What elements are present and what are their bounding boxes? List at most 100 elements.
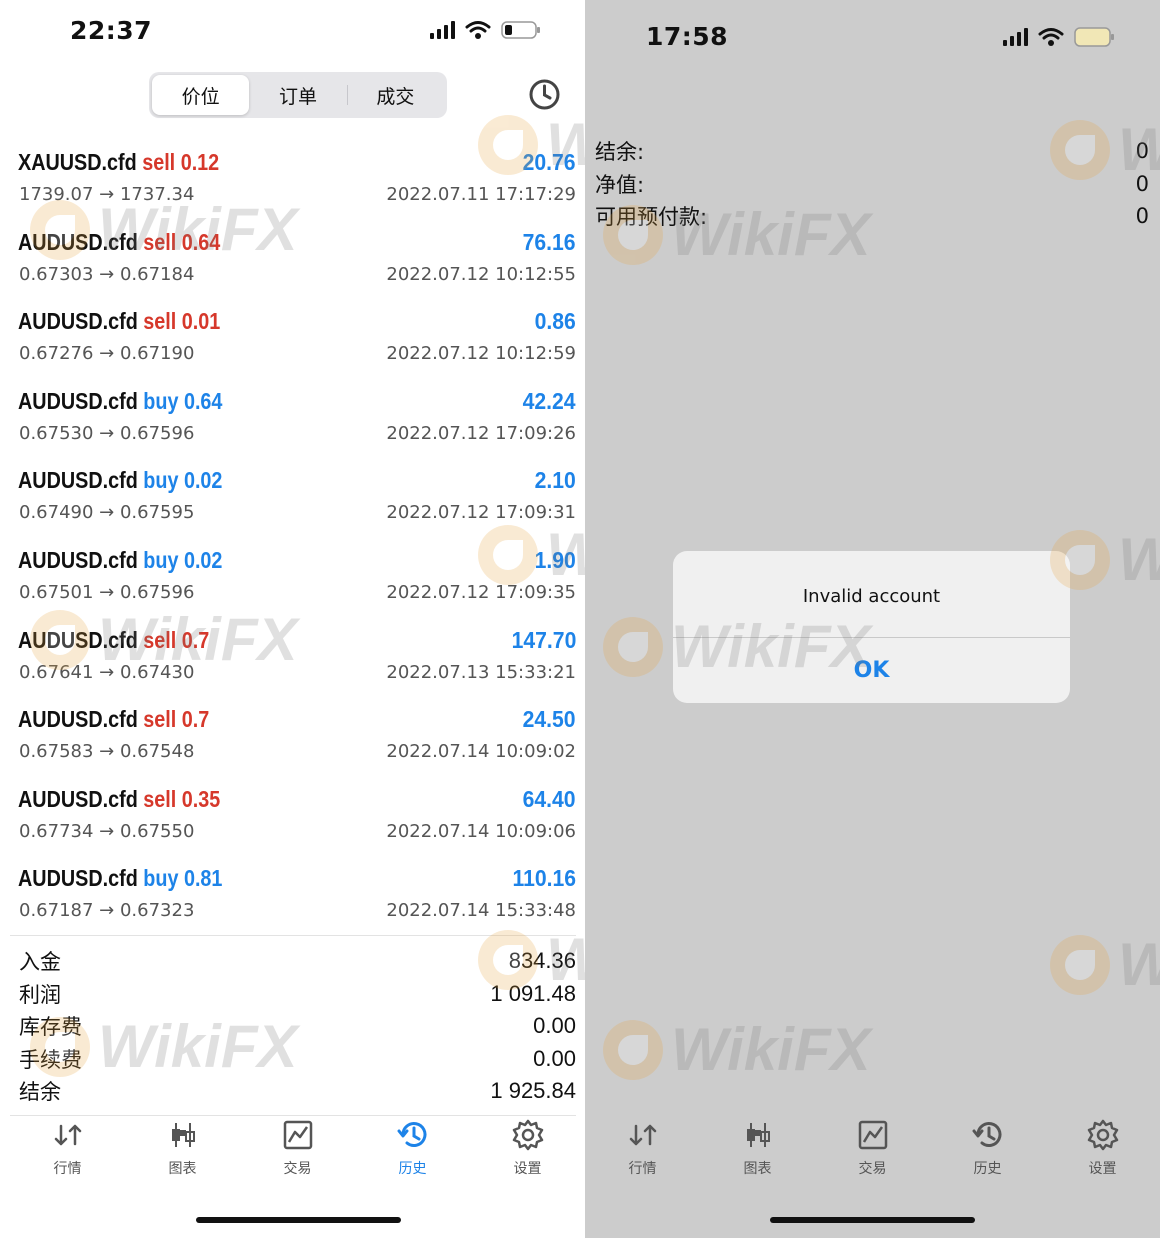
ok-button[interactable]: OK (673, 638, 1070, 703)
trade-volume: 0.7 (181, 706, 210, 733)
trade-time: 2022.07.12 10:12:59 (386, 343, 576, 365)
chart-icon (166, 1118, 200, 1152)
summary-value: 1 091.48 (490, 980, 576, 1006)
trade-row[interactable]: XAUUSD.cfd sell 0.12 1739.07 → 1737.34 20.… (0, 146, 585, 226)
trade-prices: 0.67303 → 0.67184 (19, 263, 195, 285)
trade-side: sell (143, 626, 177, 653)
trade-side: buy (143, 546, 179, 573)
trade-side: buy (143, 467, 179, 494)
tab-trade[interactable]: 交易 (240, 1118, 355, 1188)
tab-settings[interactable]: 设置 (470, 1118, 585, 1188)
tab-trade[interactable]: 交易 (815, 1118, 930, 1188)
trade-time: 2022.07.12 17:09:31 (386, 502, 576, 524)
trade-profit: 110.16 (512, 865, 576, 892)
trade-symbol: AUDUSD.cfd buy 0.02 (18, 547, 222, 574)
tab-quotes[interactable]: 行情 (585, 1118, 700, 1188)
wifi-icon (1038, 28, 1064, 46)
summary-value: 0.00 (533, 1013, 576, 1039)
status-icons (430, 20, 541, 40)
trade-symbol: AUDUSD.cfd sell 0.35 (18, 786, 220, 813)
trade-prices: 0.67276 → 0.67190 (19, 343, 195, 365)
trade-side: buy (143, 387, 179, 414)
tab-bar: 行情 图表 交易 历史 设置 (10, 1118, 585, 1188)
trade-prices: 0.67583 → 0.67548 (19, 741, 195, 763)
trade-symbol: AUDUSD.cfd buy 0.64 (18, 388, 222, 415)
trade-symbol: AUDUSD.cfd buy 0.81 (18, 865, 222, 892)
account-value: 0 (1135, 139, 1149, 164)
trade-volume: 0.02 (183, 546, 223, 573)
trade-symbol: AUDUSD.cfd buy 0.02 (18, 467, 222, 494)
trade-profit: 64.40 (523, 785, 576, 812)
clock-icon[interactable] (528, 78, 561, 111)
tab-label: 设置 (513, 1161, 542, 1177)
account-label: 可用预付款: (595, 205, 708, 230)
summary-label: 结余 (19, 1080, 61, 1105)
summary-label: 库存费 (19, 1015, 82, 1040)
summary-label: 入金 (19, 950, 61, 975)
trade-row[interactable]: AUDUSD.cfd sell 0.7 0.67641 → 0.67430 147.… (0, 624, 585, 704)
trade-side: sell (143, 308, 177, 335)
trade-prices: 0.67490 → 0.67595 (19, 502, 195, 524)
trade-row[interactable]: AUDUSD.cfd sell 0.64 0.67303 → 0.67184 76.… (0, 226, 585, 306)
tab-label: 行情 (53, 1161, 82, 1177)
trade-row[interactable]: AUDUSD.cfd sell 0.7 0.67583 → 0.67548 24.5… (0, 703, 585, 783)
trade-symbol: AUDUSD.cfd sell 0.7 (18, 706, 209, 733)
home-indicator (196, 1217, 401, 1223)
trade-volume: 0.12 (180, 149, 220, 175)
home-indicator (770, 1217, 975, 1223)
chart-icon (741, 1118, 775, 1152)
trade-icon (856, 1118, 890, 1152)
segment-positions[interactable]: 价位 (152, 75, 250, 115)
tab-quotes[interactable]: 行情 (10, 1118, 125, 1188)
trade-prices: 0.67734 → 0.67550 (19, 820, 195, 842)
history-icon (396, 1118, 430, 1152)
account-screen: 17:58 结余: 净值: 可用预付款: 0 0 0 Invalid account O… (585, 0, 1160, 1238)
trade-time: 2022.07.12 10:12:55 (386, 263, 576, 285)
tab-label: 历史 (973, 1161, 1002, 1177)
symbol-name: AUDUSD.cfd (18, 865, 138, 892)
tab-history[interactable]: 历史 (355, 1118, 470, 1188)
segment-deals[interactable]: 成交 (346, 75, 444, 115)
tab-label: 图表 (743, 1161, 772, 1177)
summary-row: 入金 834.36 (10, 945, 576, 978)
summary-row: 结余 1 925.84 (10, 1075, 576, 1108)
cellular-signal-icon (430, 21, 455, 39)
trade-prices: 0.67530 → 0.67596 (19, 422, 195, 444)
status-time: 22:37 (70, 16, 153, 45)
settings-icon (511, 1118, 545, 1152)
tab-history[interactable]: 历史 (930, 1118, 1045, 1188)
trade-row[interactable]: AUDUSD.cfd buy 0.81 0.67187 → 0.67323 110.… (0, 862, 585, 942)
symbol-name: AUDUSD.cfd (18, 308, 138, 335)
summary-value: 0.00 (533, 1045, 576, 1071)
trade-row[interactable]: AUDUSD.cfd sell 0.35 0.67734 → 0.67550 64.… (0, 783, 585, 863)
tab-settings[interactable]: 设置 (1045, 1118, 1160, 1188)
tab-label: 图表 (168, 1161, 197, 1177)
battery-icon (1074, 27, 1114, 47)
symbol-name: AUDUSD.cfd (18, 546, 138, 573)
trade-row[interactable]: AUDUSD.cfd buy 0.02 0.67501 → 0.67596 1.90… (0, 544, 585, 624)
tab-label: 历史 (398, 1161, 427, 1177)
history-icon (971, 1118, 1005, 1152)
trade-profit: 0.86 (534, 308, 576, 335)
tab-charts[interactable]: 图表 (125, 1118, 240, 1188)
symbol-name: AUDUSD.cfd (18, 785, 138, 812)
segmented-control: 价位 订单 成交 (149, 72, 447, 118)
trade-icon (281, 1118, 315, 1152)
account-value: 0 (1135, 204, 1149, 229)
trade-row[interactable]: AUDUSD.cfd sell 0.01 0.67276 → 0.67190 0.8… (0, 305, 585, 385)
trade-profit: 1.90 (534, 546, 576, 573)
trade-symbol: XAUUSD.cfd sell 0.12 (18, 149, 219, 176)
trade-row[interactable]: AUDUSD.cfd buy 0.02 0.67490 → 0.67595 2.10… (0, 464, 585, 544)
history-screen: 22:37 价位 订单 成交 XAUUSD.cfd sell 0.12 1739.… (0, 0, 585, 1238)
trade-time: 2022.07.14 10:09:06 (386, 820, 576, 842)
segment-orders[interactable]: 订单 (249, 75, 346, 115)
trade-symbol: AUDUSD.cfd sell 0.64 (18, 229, 220, 256)
trade-volume: 0.7 (181, 626, 210, 653)
tab-bar: 行情 图表 交易 历史 设置 (585, 1118, 1160, 1188)
trade-prices: 1739.07 → 1737.34 (19, 184, 195, 205)
tab-charts[interactable]: 图表 (700, 1118, 815, 1188)
trade-profit: 42.24 (523, 387, 576, 414)
account-values: 0 0 0 (1136, 135, 1149, 233)
trade-row[interactable]: AUDUSD.cfd buy 0.64 0.67530 → 0.67596 42.2… (0, 385, 585, 465)
symbol-name: AUDUSD.cfd (18, 467, 138, 494)
